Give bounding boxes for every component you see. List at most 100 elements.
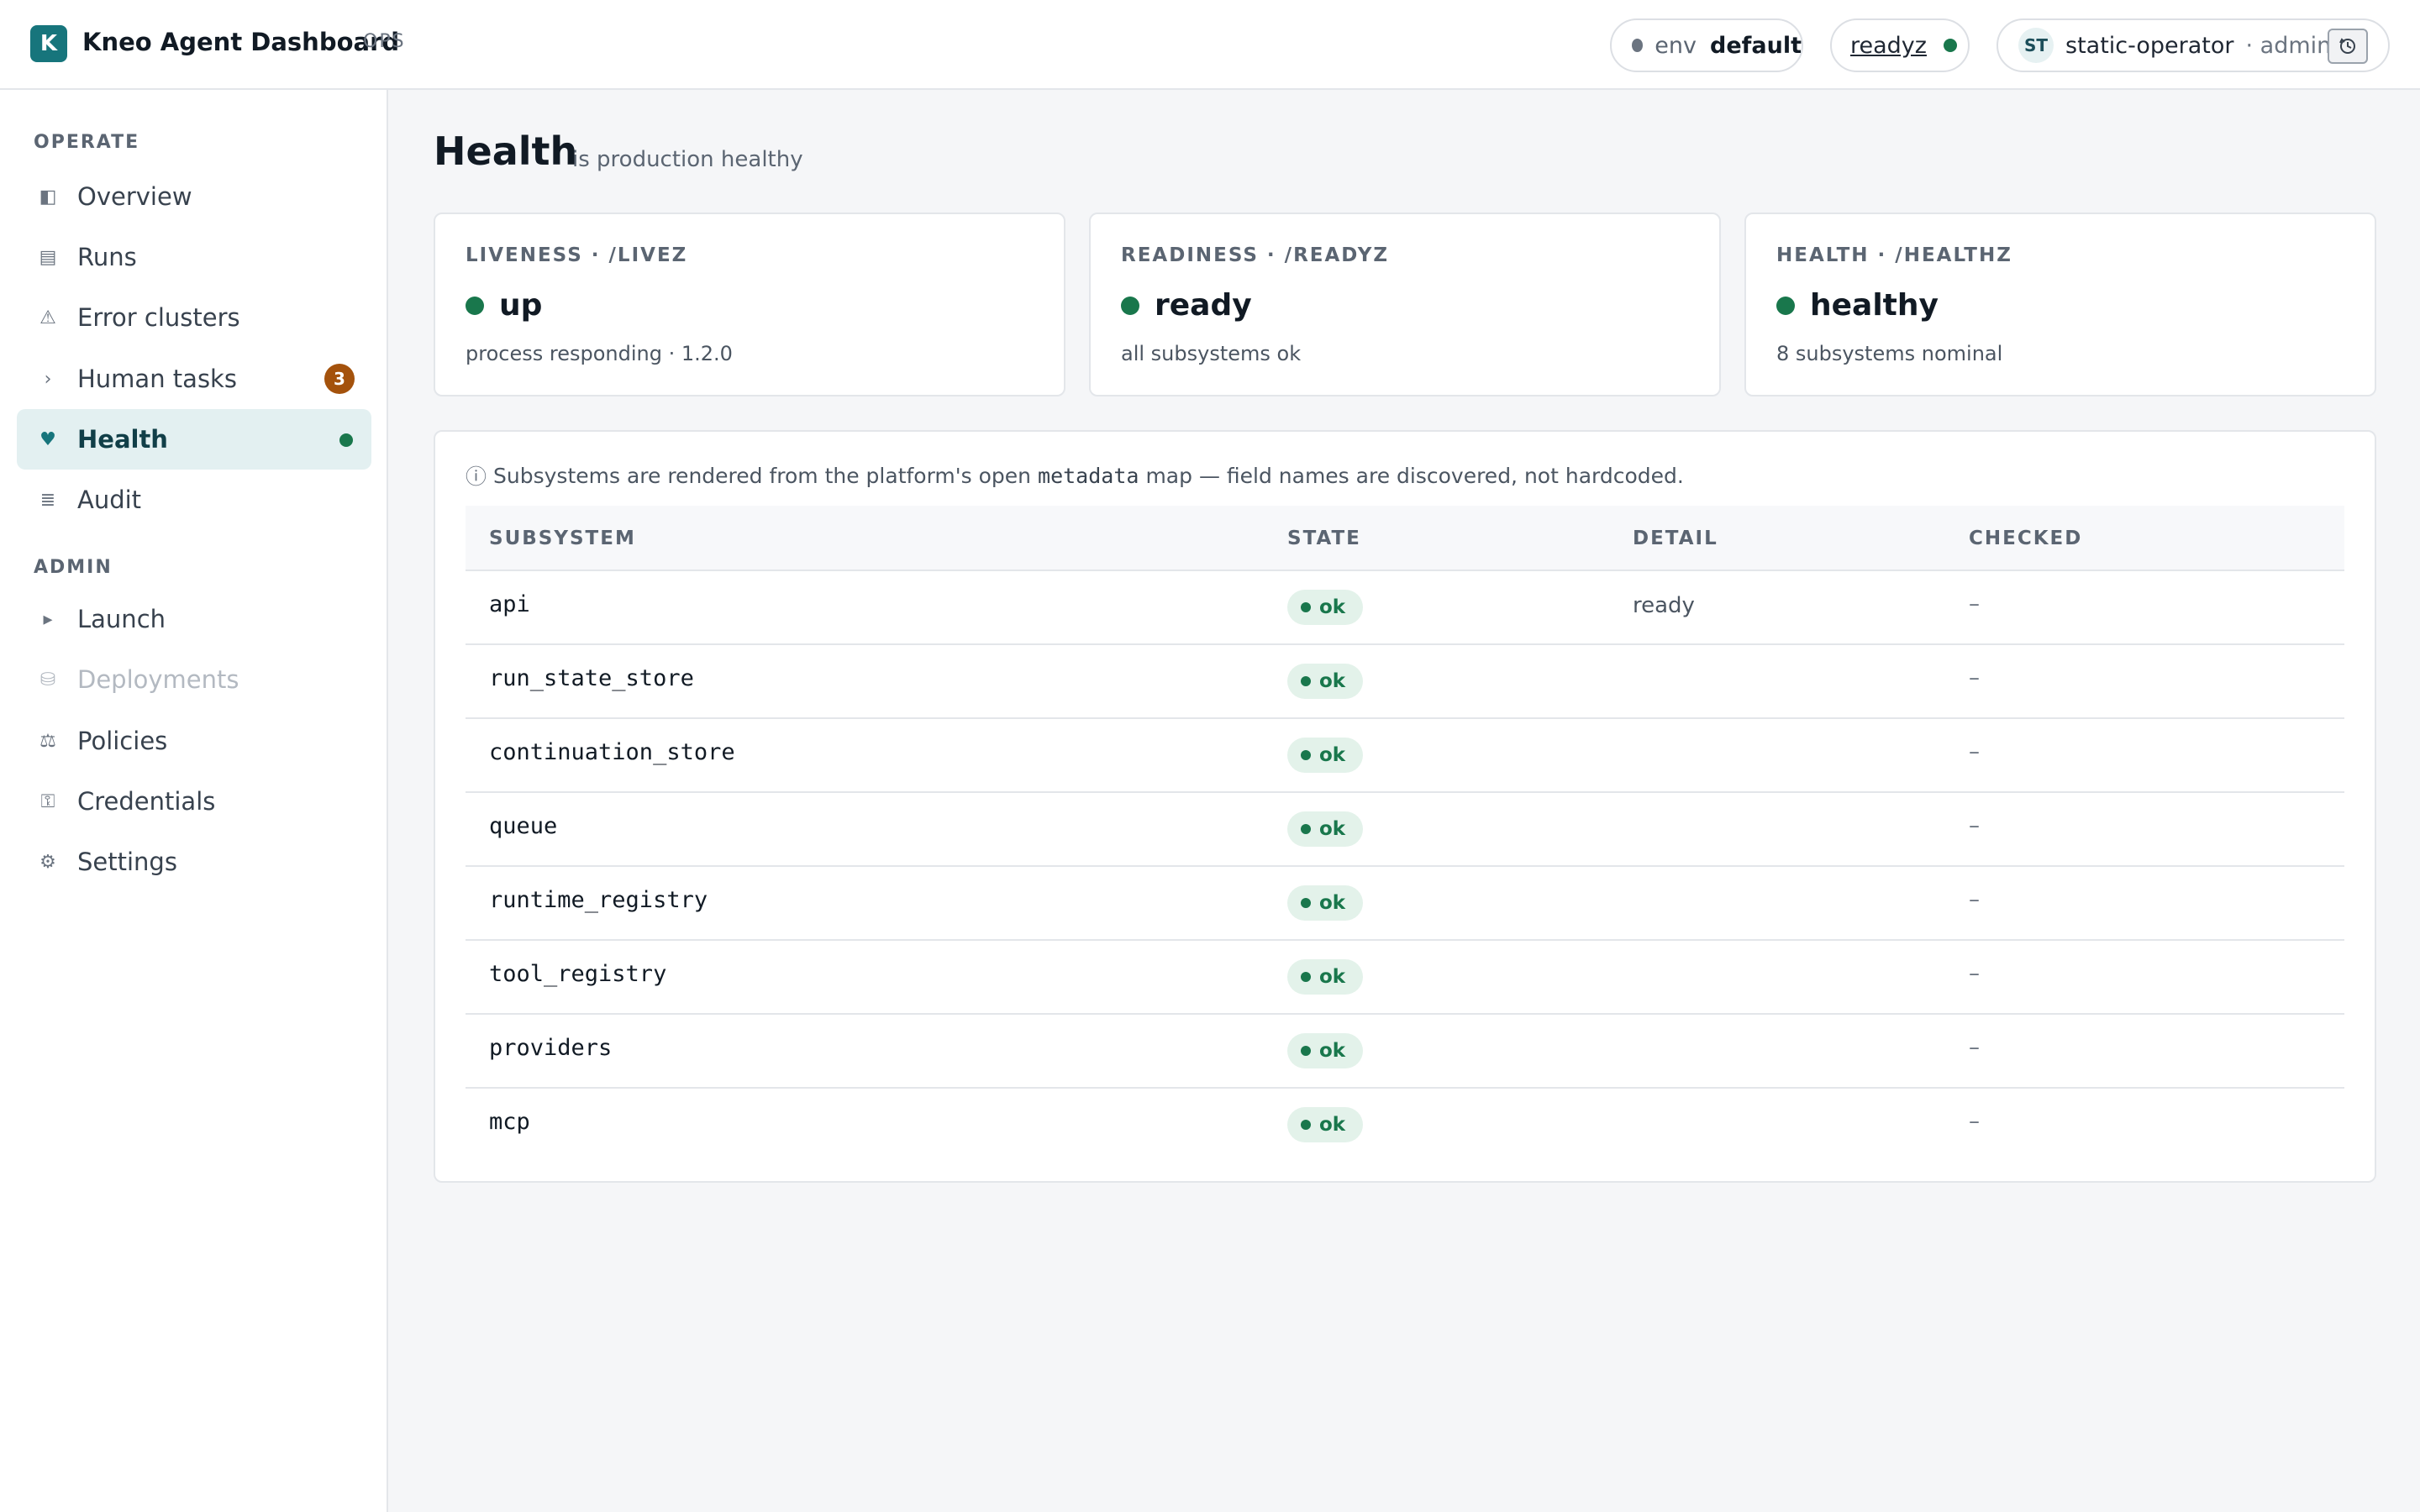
- gear-icon: ⚙: [39, 851, 56, 873]
- state-dot: [1301, 676, 1311, 686]
- sidebar-item-human-tasks[interactable]: › Human tasks 3: [17, 349, 371, 409]
- table-row[interactable]: providers ok –: [466, 1015, 2344, 1089]
- app-tag: OPS: [363, 31, 406, 52]
- state-dot: [1301, 1120, 1311, 1130]
- card-status: healthy: [1776, 288, 1939, 323]
- section-label-operate: OPERATE: [34, 132, 140, 153]
- subsystem-checked: –: [1969, 739, 1980, 764]
- state-dot: [1301, 602, 1311, 612]
- status-text: ready: [1155, 288, 1252, 323]
- subsystems-panel: ⓘ Subsystems are rendered from the platf…: [434, 430, 2376, 1183]
- logout-button[interactable]: [2328, 29, 2368, 64]
- subsystem-checked: –: [1969, 665, 1980, 690]
- table-row[interactable]: continuation_store ok –: [466, 719, 2344, 793]
- table-row[interactable]: runtime_registry ok –: [466, 867, 2344, 941]
- sidebar-item-overview[interactable]: ◧ Overview: [17, 166, 371, 227]
- logout-icon: [2339, 38, 2355, 54]
- play-icon: ▸: [43, 608, 53, 630]
- overview-icon: ◧: [39, 186, 57, 207]
- state-dot: [1301, 1046, 1311, 1056]
- state-text: ok: [1319, 1040, 1346, 1062]
- subsystem-name: run_state_store: [489, 665, 694, 691]
- state-text: ok: [1319, 818, 1346, 840]
- card-status: ready: [1121, 288, 1252, 323]
- subsystem-name: providers: [489, 1035, 613, 1061]
- state-text: ok: [1319, 744, 1346, 766]
- sidebar-item-label: Launch: [77, 605, 166, 633]
- subsystem-name: queue: [489, 813, 558, 839]
- readyz-status-dot: [1943, 39, 1957, 52]
- avatar: ST: [2018, 28, 2054, 63]
- app-title[interactable]: Kneo Agent Dashboard: [82, 28, 399, 56]
- card-status: up: [466, 288, 542, 323]
- sidebar-item-label: Policies: [77, 727, 168, 755]
- top-bar: K Kneo Agent Dashboard OPS env default r…: [0, 0, 2420, 90]
- column-header-detail[interactable]: DETAIL: [1633, 528, 1718, 549]
- sidebar-item-deployments: ⛁ Deployments: [17, 649, 371, 710]
- chevron-right-icon: ›: [44, 368, 52, 390]
- info-icon: ⓘ: [466, 465, 487, 489]
- status-dot: [466, 296, 484, 315]
- card-label: LIVENESS · /LIVEZ: [466, 244, 688, 266]
- sidebar-item-settings[interactable]: ⚙ Settings: [17, 832, 371, 892]
- status-dot: [1121, 296, 1139, 315]
- subsystem-name: api: [489, 591, 530, 617]
- sidebar-item-policies[interactable]: ⚖ Policies: [17, 711, 371, 771]
- card-label: HEALTH · /HEALTHZ: [1776, 244, 2012, 266]
- human-tasks-count-badge: 3: [324, 364, 355, 394]
- app-logo[interactable]: K: [30, 25, 67, 62]
- status-badge: ok: [1287, 885, 1363, 921]
- env-label: env: [1655, 32, 1697, 59]
- readyz-link[interactable]: readyz: [1850, 33, 1927, 59]
- subsystem-checked: –: [1969, 1109, 1980, 1134]
- user-menu[interactable]: ST static-operator · admin: [1996, 18, 2390, 72]
- readyz-indicator[interactable]: readyz: [1830, 18, 1970, 72]
- table-row[interactable]: tool_registry ok –: [466, 941, 2344, 1015]
- status-badge: ok: [1287, 959, 1363, 995]
- readiness-card: READINESS · /READYZ ready all subsystems…: [1089, 213, 1721, 396]
- sidebar-item-label: Human tasks: [77, 365, 237, 393]
- table-header: SUBSYSTEM STATE DETAIL CHECKED: [466, 506, 2344, 571]
- card-label: READINESS · /READYZ: [1121, 244, 1390, 266]
- state-dot: [1301, 824, 1311, 834]
- status-badge: ok: [1287, 1107, 1363, 1142]
- health-status-dot: [339, 433, 353, 447]
- subsystem-checked: –: [1969, 591, 1980, 617]
- state-dot: [1301, 898, 1311, 908]
- status-badge: ok: [1287, 738, 1363, 773]
- column-header-checked[interactable]: CHECKED: [1969, 528, 2082, 549]
- subsystem-name: mcp: [489, 1109, 530, 1135]
- state-text: ok: [1319, 670, 1346, 692]
- sidebar-item-credentials[interactable]: ⚿ Credentials: [17, 771, 371, 832]
- card-detail: 8 subsystems nominal: [1776, 342, 2003, 365]
- card-detail: all subsystems ok: [1121, 342, 1302, 365]
- table-row[interactable]: run_state_store ok –: [466, 645, 2344, 719]
- state-text: ok: [1319, 892, 1346, 914]
- column-header-state[interactable]: STATE: [1287, 528, 1361, 549]
- sidebar-item-runs[interactable]: ▤ Runs: [17, 227, 371, 287]
- sidebar-item-label: Credentials: [77, 787, 216, 816]
- table-row[interactable]: queue ok –: [466, 793, 2344, 867]
- status-dot: [1776, 296, 1795, 315]
- scales-icon: ⚖: [39, 730, 56, 752]
- audit-list-icon: ≣: [39, 489, 56, 511]
- state-text: ok: [1319, 1114, 1346, 1136]
- status-badge: ok: [1287, 590, 1363, 625]
- table-row[interactable]: api ok ready –: [466, 571, 2344, 645]
- env-value: default: [1710, 32, 1802, 59]
- sidebar-item-launch[interactable]: ▸ Launch: [17, 589, 371, 649]
- column-header-subsystem[interactable]: SUBSYSTEM: [489, 528, 636, 549]
- user-name: static-operator: [2065, 32, 2234, 59]
- page-title: Health: [434, 129, 578, 174]
- sidebar-item-error-clusters[interactable]: ⚠ Error clusters: [17, 287, 371, 348]
- sidebar-item-audit[interactable]: ≣ Audit: [17, 470, 371, 530]
- user-role: · admin: [2245, 32, 2332, 59]
- subsystem-checked: –: [1969, 813, 1980, 838]
- metadata-note: ⓘ Subsystems are rendered from the platf…: [466, 460, 1684, 491]
- env-selector[interactable]: env default: [1610, 18, 1803, 72]
- sidebar-item-health[interactable]: ♥ Health: [17, 409, 371, 470]
- status-badge: ok: [1287, 664, 1363, 699]
- subsystem-name: runtime_registry: [489, 887, 708, 913]
- runs-icon: ▤: [39, 246, 57, 268]
- table-row[interactable]: mcp ok –: [466, 1089, 2344, 1163]
